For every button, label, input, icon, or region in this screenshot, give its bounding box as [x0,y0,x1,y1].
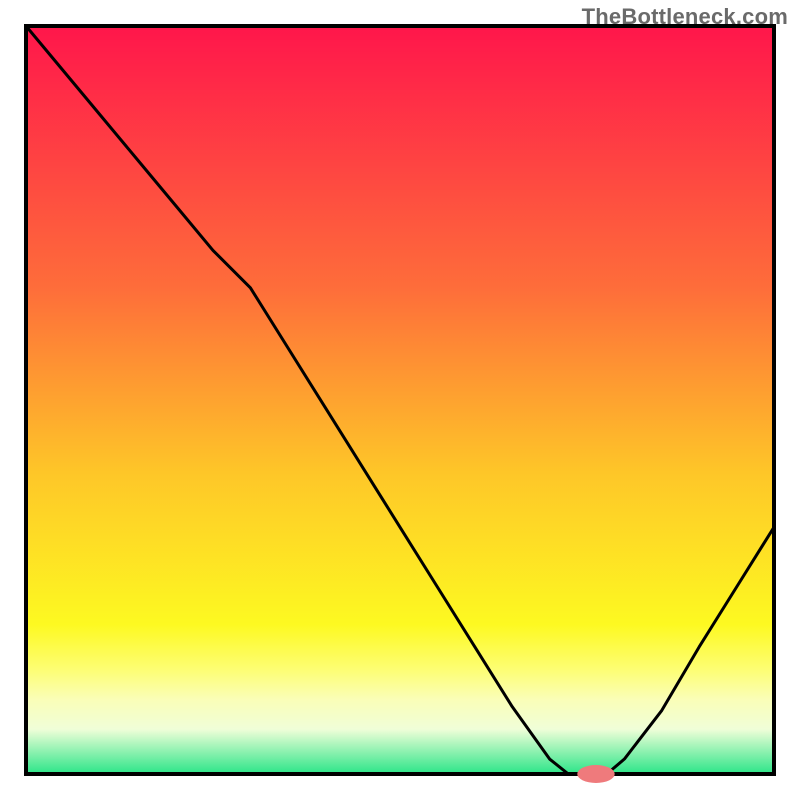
optimal-point-marker [577,765,614,783]
chart-container: { "watermark": "TheBottleneck.com", "col… [0,0,800,800]
plot-background [26,26,774,774]
bottleneck-chart [0,0,800,800]
